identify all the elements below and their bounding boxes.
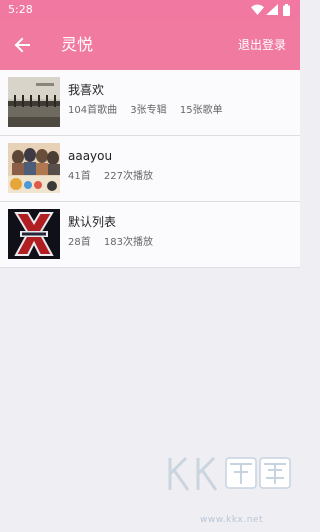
page-title: 灵悦 — [61, 35, 94, 54]
pier-album-cover — [8, 77, 60, 127]
app-bar: 灵悦 退出登录 — [0, 20, 300, 70]
wifi-icon — [251, 4, 264, 15]
playlist-meta: 104首歌曲 3张专辑 15张歌单 — [68, 104, 233, 118]
playlist-meta: 41首 227次播放 — [68, 170, 163, 184]
playlist-meta: 28首 183次播放 — [68, 236, 163, 250]
playlist-count: 15张歌单 — [179, 105, 223, 116]
arrow-left-icon — [14, 37, 30, 53]
signal-icon — [266, 4, 278, 15]
song-count: 41首 — [68, 171, 91, 182]
status-bar: 5:28 — [0, 0, 300, 20]
back-button[interactable] — [8, 31, 36, 59]
playlist-title: 默认列表 — [68, 215, 117, 229]
playlist-list: 我喜欢 104首歌曲 3张专辑 15张歌单 aaayou 41首 227次播放 … — [0, 70, 300, 268]
watermark-url: www.kkx.net — [200, 515, 263, 525]
playlist-title: aaayou — [68, 149, 113, 163]
play-count: 183次播放 — [103, 237, 154, 248]
playlist-item-favorites[interactable]: 我喜欢 104首歌曲 3张专辑 15张歌单 — [0, 70, 300, 136]
playlist-item-default[interactable]: 默认列表 28首 183次播放 — [0, 202, 300, 268]
band-album-cover — [8, 143, 60, 193]
playlist-item-aaayou[interactable]: aaayou 41首 227次播放 — [0, 136, 300, 202]
playlist-title: 我喜欢 — [68, 83, 105, 97]
play-count: 227次播放 — [103, 171, 154, 182]
album-count: 3张专辑 — [130, 105, 167, 116]
x-factor-album-cover — [8, 209, 60, 259]
status-time: 5:28 — [8, 3, 33, 16]
kkx-logo — [164, 452, 294, 496]
logout-button[interactable]: 退出登录 — [238, 36, 286, 54]
song-count: 28首 — [68, 237, 91, 248]
song-count: 104首歌曲 — [68, 105, 118, 116]
battery-icon — [283, 4, 290, 16]
